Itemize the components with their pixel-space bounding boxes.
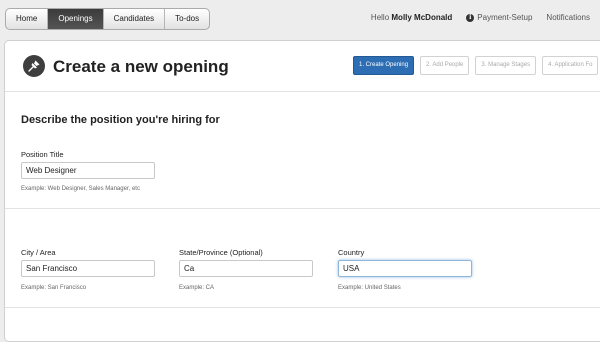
- create-opening-panel: Create a new opening 1. Create Opening 2…: [4, 40, 600, 342]
- main-tabs: Home Openings Candidates To-dos: [5, 8, 211, 30]
- position-title-input[interactable]: [21, 162, 155, 179]
- position-title-hint: Example: Web Designer, Sales Manager, et…: [21, 186, 140, 192]
- tab-home[interactable]: Home: [6, 9, 49, 29]
- pushpin-icon: [23, 55, 45, 77]
- city-input[interactable]: [21, 260, 155, 277]
- position-title-label: Position Title: [21, 150, 64, 159]
- notifications-link[interactable]: Notifications: [546, 13, 590, 22]
- state-hint: Example: CA: [179, 285, 215, 291]
- user-name: Molly McDonald: [391, 13, 453, 22]
- country-hint: Example: United States: [338, 285, 401, 291]
- country-input[interactable]: [338, 260, 472, 277]
- user-menu: Hello Molly McDonald i Payment-Setup Not…: [371, 13, 590, 22]
- country-label: Country: [338, 248, 365, 257]
- city-label: City / Area: [21, 248, 56, 257]
- info-icon: i: [466, 13, 475, 22]
- section-heading: Describe the position you're hiring for: [21, 114, 220, 126]
- tab-todos[interactable]: To-dos: [165, 9, 209, 29]
- step-application-form[interactable]: 4. Application Fo: [542, 56, 599, 75]
- state-input[interactable]: [179, 260, 313, 277]
- tab-openings[interactable]: Openings: [48, 9, 104, 29]
- step-add-people[interactable]: 2. Add People: [420, 56, 470, 75]
- bottom-divider: [5, 307, 600, 308]
- greeting-text: Hello: [370, 13, 390, 22]
- top-navigation: Home Openings Candidates To-dos Hello Mo…: [0, 0, 600, 36]
- step-manage-stages[interactable]: 3. Manage Stages: [475, 56, 537, 75]
- section-divider: [5, 208, 600, 209]
- payment-setup-link[interactable]: Payment-Setup: [477, 13, 532, 22]
- step-create-opening[interactable]: 1. Create Opening: [353, 56, 415, 75]
- page-title: Create a new opening: [53, 57, 229, 76]
- step-progress: 1. Create Opening 2. Add People 3. Manag…: [353, 56, 600, 75]
- tab-candidates[interactable]: Candidates: [104, 9, 166, 29]
- city-hint: Example: San Francisco: [21, 285, 87, 291]
- state-label: State/Province (Optional): [179, 248, 263, 257]
- header-divider: [5, 91, 600, 92]
